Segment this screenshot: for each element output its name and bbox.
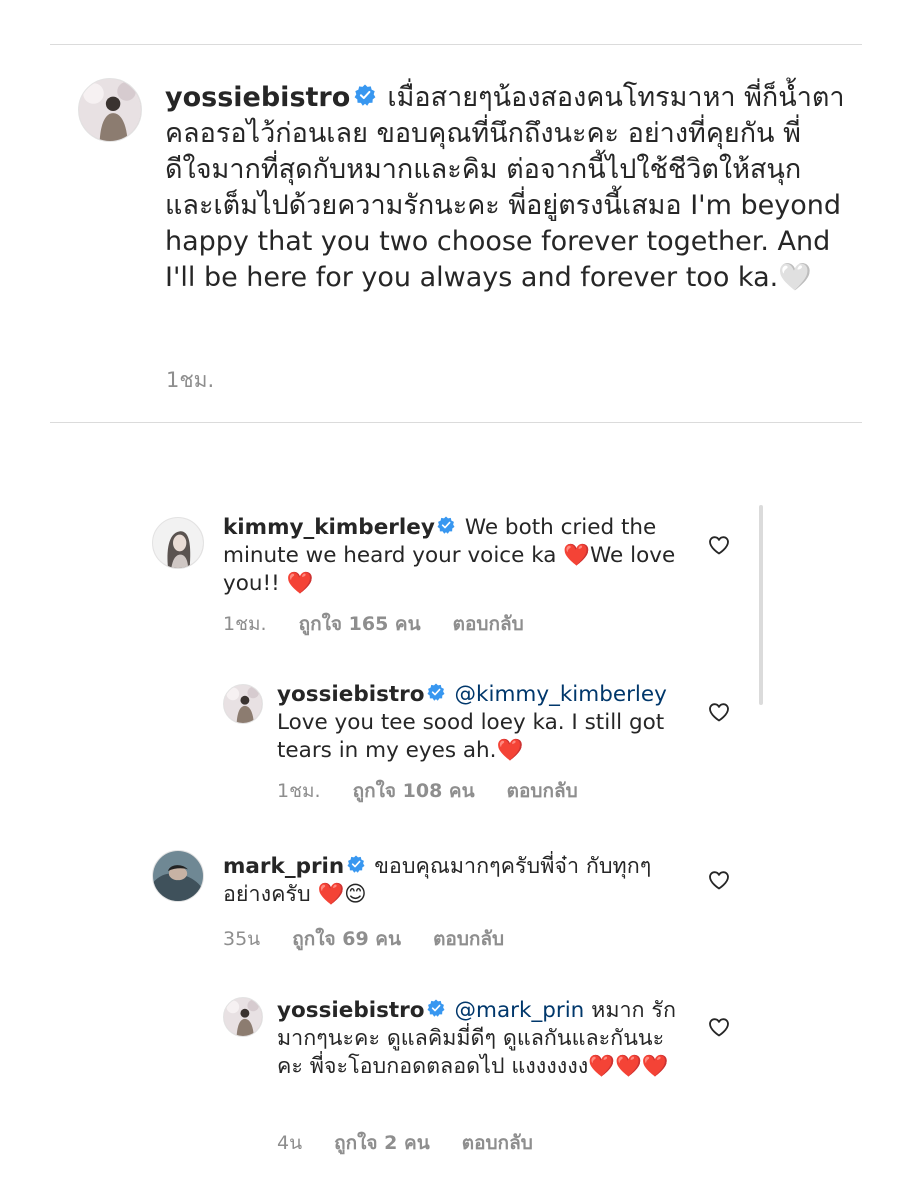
heart-outline-icon[interactable] — [707, 533, 731, 557]
heart-outline-icon[interactable] — [707, 700, 731, 724]
verified-badge-icon — [354, 84, 376, 106]
reply-meta: 4น ถูกใจ 2 คน ตอบกลับ — [277, 1128, 559, 1158]
top-divider — [50, 44, 862, 45]
reply-button[interactable]: ตอบกลับ — [453, 613, 524, 635]
reply-button[interactable]: ตอบกลับ — [462, 1132, 533, 1154]
avatar[interactable] — [78, 78, 142, 142]
avatar-image — [79, 79, 141, 141]
reply-button[interactable]: ตอบกลับ — [433, 928, 504, 950]
reply-comment: yossiebistro @mark_prin หมาก รักมากๆนะคะ… — [277, 997, 687, 1081]
reply-likes[interactable]: ถูกใจ 108 คน — [353, 780, 475, 802]
reply-comment: mark_prin ขอบคุณมากๆครับพี่จ๋า กับทุกๆอย… — [223, 853, 693, 909]
verified-badge-icon — [427, 683, 445, 701]
reply-meta: 35น ถูกใจ 69 คน ตอบกลับ — [223, 924, 530, 954]
comment-body: เมื่อสายๆน้องสองคนโทรมาหา พี่ก็น้ำตาคลอร… — [165, 82, 845, 293]
reply-username[interactable]: yossiebistro — [277, 682, 425, 707]
verified-badge-icon — [347, 855, 365, 873]
reply-button[interactable]: ตอบกลับ — [507, 780, 578, 802]
reply-meta: 1ชม. ถูกใจ 165 คน ตอบกลับ — [223, 609, 550, 639]
reply-comment: yossiebistro @kimmy_kimberley Love you t… — [277, 681, 687, 765]
avatar[interactable] — [152, 850, 204, 902]
avatar-image — [153, 518, 203, 568]
section-divider — [50, 422, 862, 423]
reply-time[interactable]: 4น — [277, 1132, 302, 1154]
reply-body: Love you tee sood loey ka. I still got t… — [277, 710, 665, 763]
verified-badge-icon — [437, 516, 455, 534]
reply-mention[interactable]: @kimmy_kimberley — [455, 682, 667, 707]
reply-username[interactable]: kimmy_kimberley — [223, 515, 435, 540]
heart-outline-icon[interactable] — [707, 1015, 731, 1039]
avatar-image — [224, 998, 262, 1036]
reply-time[interactable]: 1ชม. — [223, 613, 267, 635]
replies-scrollbar[interactable] — [759, 505, 763, 705]
comment-username[interactable]: yossiebistro — [165, 82, 350, 113]
avatar-image — [153, 851, 203, 901]
avatar[interactable] — [223, 997, 263, 1037]
reply-username[interactable]: mark_prin — [223, 854, 344, 879]
reply-meta: 1ชม. ถูกใจ 108 คน ตอบกลับ — [277, 776, 604, 806]
avatar[interactable] — [152, 517, 204, 569]
reply-comment: kimmy_kimberley We both cried the minute… — [223, 514, 693, 598]
avatar[interactable] — [223, 684, 263, 724]
reply-mention[interactable]: @mark_prin — [455, 998, 585, 1023]
white-heart-emoji: 🤍 — [778, 262, 812, 293]
reply-likes[interactable]: ถูกใจ 165 คน — [299, 613, 421, 635]
comment-meta: 1ชม. — [166, 364, 240, 397]
avatar-image — [224, 685, 262, 723]
comment-time[interactable]: 1ชม. — [166, 368, 214, 392]
reply-likes[interactable]: ถูกใจ 69 คน — [292, 928, 401, 950]
reply-time[interactable]: 35น — [223, 928, 260, 950]
verified-badge-icon — [427, 999, 445, 1017]
reply-likes[interactable]: ถูกใจ 2 คน — [334, 1132, 430, 1154]
main-comment: yossiebistro เมื่อสายๆน้องสองคนโทรมาหา พ… — [165, 80, 845, 296]
reply-username[interactable]: yossiebistro — [277, 998, 425, 1023]
reply-time[interactable]: 1ชม. — [277, 780, 321, 802]
heart-outline-icon[interactable] — [707, 868, 731, 892]
